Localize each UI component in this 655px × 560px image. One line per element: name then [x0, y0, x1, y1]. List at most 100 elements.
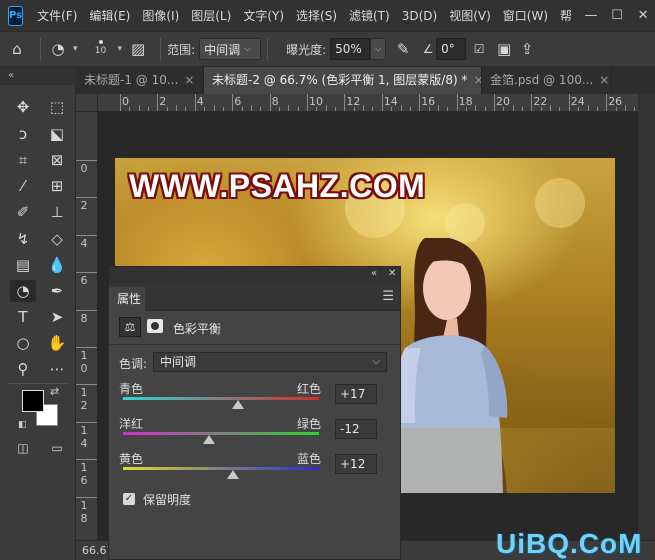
menu-3d[interactable]: 3D(D): [396, 9, 443, 23]
panel-menu-icon[interactable]: ☰: [382, 289, 394, 304]
doc-tab-2[interactable]: 未标题-2 @ 66.7% (色彩平衡 1, 图层蒙版/8) * ×: [204, 67, 482, 94]
close-panel-icon[interactable]: ✕: [388, 268, 396, 279]
menu-help[interactable]: 帮: [554, 7, 578, 24]
marquee-tool-icon[interactable]: ⬚: [44, 96, 70, 118]
move-tool-icon[interactable]: ✥: [10, 96, 36, 118]
history-brush-tool-icon[interactable]: ↯: [10, 228, 36, 250]
stamp-tool-icon[interactable]: ⊥: [44, 201, 70, 223]
doc-tab-1[interactable]: 未标题-1 @ 10... ×: [76, 67, 204, 94]
swap-colors-icon[interactable]: ⇄: [50, 385, 59, 398]
toolbar-collapse[interactable]: «: [0, 67, 76, 85]
menu-view[interactable]: 视图(V): [443, 7, 497, 24]
sponge-tool-icon[interactable]: ◔: [10, 280, 36, 302]
slider-value-input[interactable]: +17: [335, 384, 377, 404]
exposure-dropdown[interactable]: ⌵: [370, 38, 387, 60]
maximize-button[interactable]: ☐: [604, 8, 630, 23]
menu-filter[interactable]: 滤镜(T): [343, 7, 396, 24]
lasso-tool-icon[interactable]: ↄ: [10, 123, 36, 145]
slider-left-label: 青色: [119, 382, 144, 396]
slider-thumb[interactable]: [203, 435, 216, 444]
share-icon[interactable]: ⇪: [516, 40, 538, 58]
menu-file[interactable]: 文件(F): [31, 7, 83, 24]
hand-tool-icon[interactable]: ✋: [44, 332, 70, 354]
home-icon[interactable]: ⌂: [0, 40, 34, 58]
ruler-tick-label: 4: [196, 95, 204, 108]
ruler-tick: [307, 94, 308, 111]
brush-settings-icon[interactable]: ▨: [122, 40, 154, 58]
object-select-tool-icon[interactable]: ⬕: [44, 123, 70, 145]
crop-tool-icon[interactable]: ⌗: [10, 149, 36, 171]
gradient-tool-icon[interactable]: ▤: [10, 254, 36, 276]
chevron-down-icon: ⌵: [372, 356, 380, 367]
screen-mode-icon[interactable]: ▭: [44, 437, 70, 459]
menu-edit[interactable]: 编辑(E): [83, 7, 136, 24]
exposure-label: 曝光度:: [286, 42, 327, 57]
exposure-input[interactable]: 50%: [330, 38, 371, 60]
ellipse-tool-icon[interactable]: ○: [10, 332, 36, 354]
panel-titlebar[interactable]: « ✕: [109, 267, 400, 283]
blur-tool-icon[interactable]: 💧: [44, 254, 70, 276]
ruler-corner[interactable]: [76, 94, 98, 112]
zoom-tool-icon[interactable]: ⚲: [10, 358, 36, 380]
eraser-tool-icon[interactable]: ◇: [44, 228, 70, 250]
frame-tool-icon[interactable]: ⊠: [44, 149, 70, 171]
collapse-panel-icon[interactable]: «: [371, 268, 377, 279]
quick-mask-icon[interactable]: ◫: [10, 437, 36, 459]
slider-track[interactable]: [123, 397, 319, 400]
menu-select[interactable]: 选择(S): [290, 7, 343, 24]
photoshop-logo[interactable]: Ps: [8, 5, 24, 26]
vertical-scrollbar[interactable]: [638, 94, 655, 540]
chevron-down-icon[interactable]: ▾: [73, 44, 78, 54]
ruler-tick: [522, 107, 524, 111]
vertical-ruler[interactable]: 0 2 4 6 8 1 0 1 2 1 4 1 6 1 8: [76, 112, 98, 540]
close-icon[interactable]: ×: [184, 73, 194, 87]
tab-properties[interactable]: 属性: [109, 287, 145, 311]
menu-layer[interactable]: 图层(L): [185, 7, 237, 24]
protect-tones-icon[interactable]: ☑: [466, 42, 492, 56]
ruler-tick-label: 0: [80, 162, 88, 175]
preserve-luminosity-checkbox[interactable]: ✓: [123, 493, 135, 505]
range-select[interactable]: 中间调 ⌵: [199, 38, 262, 60]
ruler-tick: [120, 94, 121, 111]
close-icon[interactable]: ×: [599, 73, 609, 87]
ruler-tick: [76, 197, 97, 199]
sponge-tool-preset-icon[interactable]: ◔: [47, 40, 69, 58]
healing-tool-icon[interactable]: ⊞: [44, 175, 70, 197]
foreground-color-swatch[interactable]: [22, 390, 44, 412]
eyedropper-tool-icon[interactable]: ⁄: [10, 175, 36, 197]
ruler-tick-label: 1 4: [80, 423, 88, 450]
brush-tool-icon[interactable]: ✐: [10, 201, 36, 223]
angle-input[interactable]: 0°: [436, 38, 467, 60]
type-tool-icon[interactable]: T: [10, 306, 36, 328]
menu-image[interactable]: 图像(I): [136, 7, 185, 24]
ruler-tick: [465, 107, 467, 111]
balance-scale-icon[interactable]: ⚖: [119, 317, 141, 337]
slider-value-input[interactable]: +12: [335, 454, 377, 474]
ruler-tick: [531, 94, 533, 111]
menu-type[interactable]: 文字(Y): [237, 7, 290, 24]
airbrush-icon[interactable]: ✎: [386, 40, 420, 58]
more-tools-icon[interactable]: ⋯: [44, 358, 70, 380]
ruler-tick: [400, 105, 402, 111]
slider-track[interactable]: [123, 467, 319, 470]
ruler-tick-label: 6: [234, 95, 242, 108]
brush-preset-picker[interactable]: 10: [88, 34, 114, 64]
pressure-size-icon[interactable]: ▣: [492, 40, 516, 58]
menu-window[interactable]: 窗口(W): [497, 7, 554, 24]
default-colors-icon[interactable]: ◧: [18, 420, 27, 430]
ruler-tick: [316, 107, 318, 111]
tone-select[interactable]: 中间调 ⌵: [153, 352, 387, 372]
layer-mask-icon[interactable]: [147, 319, 163, 333]
doc-tab-3[interactable]: 金箔.psd @ 100... ×: [482, 67, 612, 94]
path-select-tool-icon[interactable]: ➤: [44, 306, 70, 328]
close-icon[interactable]: ×: [473, 73, 481, 87]
slider-value-input[interactable]: -12: [335, 419, 377, 439]
close-button[interactable]: ✕: [630, 8, 655, 23]
ruler-tick: [157, 94, 159, 111]
slider-thumb[interactable]: [231, 400, 244, 409]
minimize-button[interactable]: —: [578, 8, 604, 23]
horizontal-ruler[interactable]: 0 2 4 6 8 10 12 14 16 18 20 22 24 26: [98, 94, 638, 112]
pen-tool-icon[interactable]: ✒: [44, 280, 70, 302]
slider-thumb[interactable]: [226, 470, 239, 479]
slider-track[interactable]: [123, 432, 319, 435]
